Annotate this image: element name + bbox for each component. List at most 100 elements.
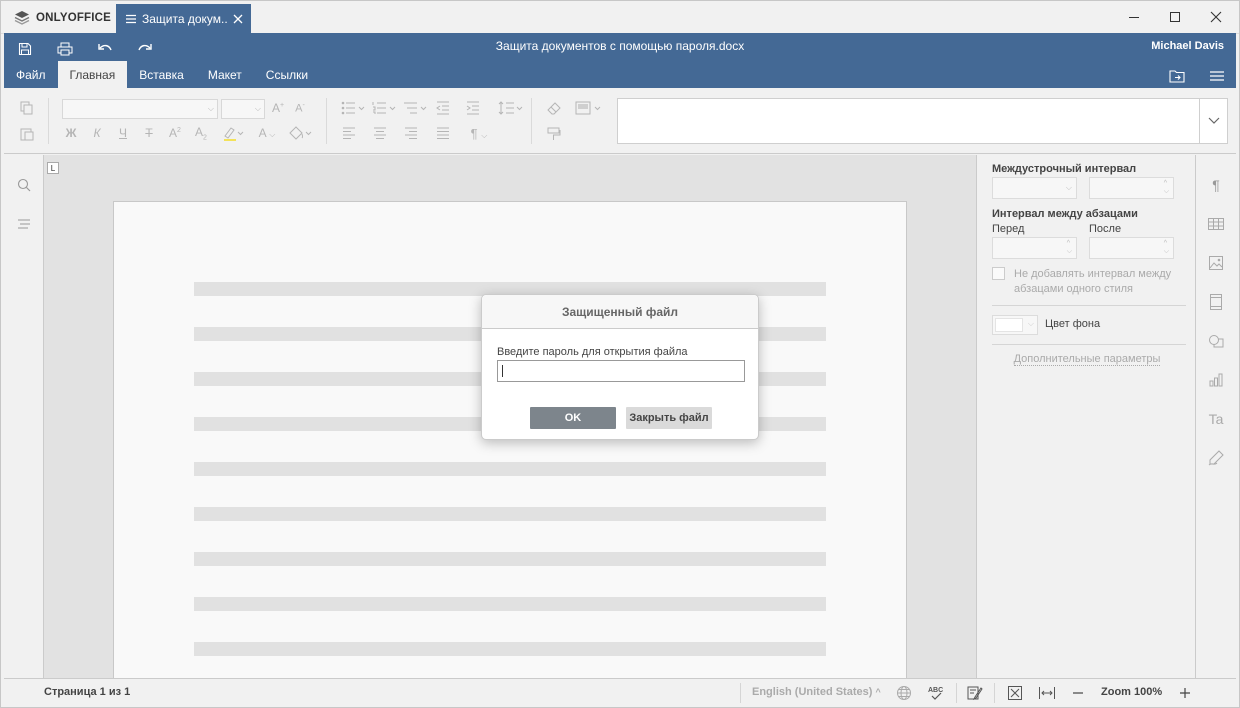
decrease-indent-button[interactable] (434, 98, 452, 118)
page-counter[interactable]: Страница 1 из 1 (44, 686, 130, 698)
brand-logo[interactable]: ONLYOFFICE (14, 10, 111, 26)
font-color-button[interactable]: A ⌵ (253, 124, 281, 142)
language-selector[interactable]: English (United States) ^ (752, 686, 881, 698)
close-tab-icon[interactable] (233, 14, 243, 24)
zoom-out-button[interactable] (1068, 683, 1088, 703)
nonprinting-chars-button[interactable]: ¶ ⌵ (464, 124, 494, 142)
justify-icon (437, 127, 449, 139)
paste-button[interactable] (17, 124, 37, 144)
tab-layout[interactable]: Макет (196, 61, 254, 88)
multilevel-list-button[interactable] (402, 98, 430, 118)
fit-width-button[interactable] (1037, 683, 1057, 703)
no-space-checkbox[interactable] (992, 267, 1005, 280)
text-art-settings-tab[interactable]: Ta (1206, 409, 1226, 429)
chart-settings-tab[interactable] (1206, 370, 1226, 390)
paragraph-settings-tab[interactable]: ¶ (1206, 175, 1226, 195)
align-left-button[interactable] (340, 124, 358, 142)
underline-button[interactable]: Ч (114, 124, 132, 142)
shading-button[interactable] (285, 124, 315, 142)
fit-page-button[interactable] (1005, 683, 1025, 703)
menu-tabs: Файл Главная Вставка Макет Ссылки (4, 61, 320, 88)
decrease-font-button[interactable]: A- (292, 99, 308, 117)
line-spacing-type-select[interactable]: ⌵ (992, 177, 1077, 199)
window-titlebar: ONLYOFFICE Защита докум... (0, 0, 1240, 34)
main-menu-button[interactable] (1206, 65, 1228, 87)
align-right-icon (405, 127, 417, 139)
search-button[interactable] (14, 175, 34, 195)
superscript-button[interactable]: A2 (166, 124, 184, 142)
minimize-button[interactable] (1121, 6, 1147, 28)
toolbar-separator (48, 98, 49, 144)
table-settings-tab[interactable] (1206, 214, 1226, 234)
spacing-before-input[interactable]: ^ ⌵ (992, 237, 1077, 259)
password-dialog: Защищенный файл Введите пароль для откры… (481, 294, 759, 440)
placeholder-text-line (194, 642, 826, 656)
subscript-button[interactable]: A2 (192, 124, 210, 142)
track-changes-button[interactable] (965, 683, 985, 703)
copy-style-button[interactable] (544, 124, 564, 144)
font-size-combo[interactable]: ⌵ (221, 99, 265, 119)
track-changes-icon (967, 686, 983, 701)
zoom-level[interactable]: Zoom 100% (1101, 686, 1162, 698)
header-right-tools (1166, 65, 1228, 87)
align-center-icon (374, 127, 386, 139)
tab-insert[interactable]: Вставка (127, 61, 196, 88)
line-spacing-button[interactable] (496, 98, 526, 118)
align-right-button[interactable] (402, 124, 420, 142)
image-settings-tab[interactable] (1206, 253, 1226, 273)
increase-font-button[interactable]: A+ (270, 99, 286, 117)
ok-button[interactable]: OK (530, 407, 616, 429)
increase-indent-button[interactable] (464, 98, 482, 118)
advanced-settings-link[interactable]: Дополнительные параметры (977, 353, 1197, 366)
align-center-button[interactable] (371, 124, 389, 142)
color-schema-button[interactable] (574, 98, 604, 118)
placeholder-text-line (194, 462, 826, 476)
header-footer-settings-tab[interactable] (1206, 292, 1226, 312)
copy-button[interactable] (17, 98, 37, 118)
document-tab[interactable]: Защита докум... (116, 4, 251, 34)
strikethrough-button[interactable]: T (140, 124, 158, 142)
numbering-button[interactable] (371, 98, 399, 118)
advanced-settings-label: Дополнительные параметры (1013, 353, 1161, 366)
signature-settings-tab[interactable] (1206, 448, 1226, 468)
tab-references[interactable]: Ссылки (254, 61, 320, 88)
spacing-after-input[interactable]: ^ ⌵ (1089, 237, 1174, 259)
maximize-button[interactable] (1162, 6, 1188, 28)
justify-button[interactable] (434, 124, 452, 142)
navigation-button[interactable] (14, 214, 34, 234)
user-name[interactable]: Michael Davis (1151, 40, 1224, 52)
shape-settings-tab[interactable] (1206, 331, 1226, 351)
italic-button[interactable]: К (88, 124, 106, 142)
close-file-button[interactable]: Закрыть файл (626, 407, 712, 429)
fit-width-icon (1039, 687, 1055, 699)
bold-button[interactable]: Ж (62, 124, 80, 142)
copy-icon (20, 101, 33, 115)
line-spacing-value-input[interactable]: ^ ⌵ (1089, 177, 1174, 199)
highlight-button[interactable] (218, 124, 248, 142)
password-input[interactable] (497, 360, 745, 382)
tab-left-icon: L (50, 163, 56, 173)
chevron-up-icon: ^ (875, 687, 881, 697)
color-schema-icon (575, 101, 601, 115)
spellcheck-button[interactable]: ABC (926, 683, 946, 703)
close-icon (1210, 11, 1222, 23)
placeholder-text-line (194, 597, 826, 611)
tab-file[interactable]: Файл (4, 61, 58, 88)
open-location-button[interactable] (1166, 65, 1188, 87)
tab-stop-selector[interactable]: L (47, 162, 59, 174)
paragraph-settings-panel: Междустрочный интервал ⌵ ^ ⌵ Интервал меж… (976, 155, 1196, 678)
doc-language-button[interactable] (894, 683, 914, 703)
tab-home[interactable]: Главная (57, 61, 128, 88)
paint-bucket-icon (289, 126, 312, 140)
clear-style-button[interactable] (544, 98, 564, 118)
close-window-button[interactable] (1203, 6, 1229, 28)
style-gallery[interactable] (617, 98, 1228, 144)
zoom-in-button[interactable] (1175, 683, 1195, 703)
placeholder-text-line (194, 507, 826, 521)
font-name-combo[interactable]: ⌵ (62, 99, 218, 119)
bullets-button[interactable] (340, 98, 368, 118)
expand-styles-button[interactable] (1199, 99, 1227, 143)
toolbar-separator (326, 98, 327, 144)
spinner-icon: ^ ⌵ (1066, 240, 1072, 255)
background-color-picker[interactable]: ⌵ (992, 315, 1038, 335)
